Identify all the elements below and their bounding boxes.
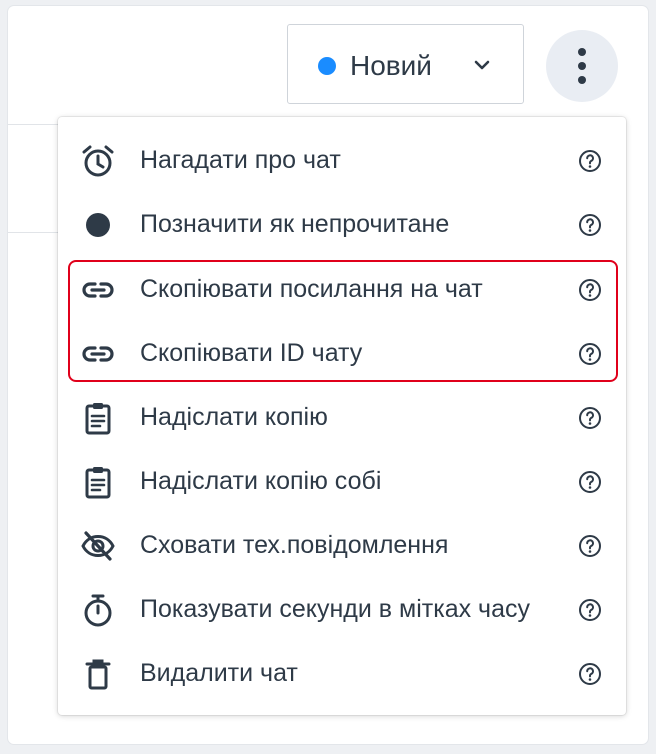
more-options-button[interactable] <box>546 30 618 102</box>
chat-actions-menu: Нагадати про чат Позначити як непрочитан… <box>58 117 626 715</box>
eye-off-icon <box>80 528 116 564</box>
chevron-down-icon <box>470 53 494 77</box>
help-circle-icon[interactable] <box>578 406 602 430</box>
help-circle-icon[interactable] <box>578 342 602 366</box>
menu-item-hide-system-messages[interactable]: Сховати тех.повідомлення <box>58 514 626 578</box>
menu-item-label: Видалити чат <box>140 659 298 687</box>
status-dropdown[interactable]: Новий <box>287 24 524 104</box>
help-circle-icon[interactable] <box>578 662 602 686</box>
trash-icon <box>80 656 116 692</box>
menu-item-send-copy-self[interactable]: Надіслати копію собі <box>58 450 626 514</box>
help-circle-icon[interactable] <box>578 534 602 558</box>
filled-circle-icon <box>80 207 116 243</box>
help-circle-icon[interactable] <box>578 213 602 237</box>
menu-item-label: Скопіювати ID чату <box>140 339 363 367</box>
menu-item-label: Сховати тех.повідомлення <box>140 531 449 559</box>
menu-item-label: Скопіювати посилання на чат <box>140 275 483 303</box>
menu-item-remind[interactable]: Нагадати про чат <box>58 129 626 193</box>
more-vertical-icon <box>578 48 586 84</box>
clipboard-icon <box>80 400 116 436</box>
clipboard-icon <box>80 464 116 500</box>
menu-item-copy-chat-link[interactable]: Скопіювати посилання на чат <box>58 258 626 322</box>
link-icon <box>80 336 116 372</box>
menu-item-mark-unread[interactable]: Позначити як непрочитане <box>58 193 626 257</box>
menu-item-label: Позначити як непрочитане <box>140 210 450 238</box>
menu-item-label: Надіслати копію <box>140 403 328 431</box>
menu-item-label: Нагадати про чат <box>140 146 341 174</box>
menu-item-send-copy[interactable]: Надіслати копію <box>58 386 626 450</box>
menu-item-label: Надіслати копію собі <box>140 467 382 495</box>
help-circle-icon[interactable] <box>578 598 602 622</box>
help-circle-icon[interactable] <box>578 470 602 494</box>
menu-item-show-seconds[interactable]: Показувати секунди в мітках часу <box>58 578 626 642</box>
status-dot <box>318 57 336 75</box>
help-circle-icon[interactable] <box>578 278 602 302</box>
alarm-clock-icon <box>80 143 116 179</box>
stopwatch-icon <box>80 592 116 628</box>
menu-item-label: Показувати секунди в мітках часу <box>140 595 530 623</box>
status-label: Новий <box>350 50 432 81</box>
help-circle-icon[interactable] <box>578 149 602 173</box>
menu-item-copy-chat-id[interactable]: Скопіювати ID чату <box>58 322 626 386</box>
menu-item-delete-chat[interactable]: Видалити чат <box>58 642 626 706</box>
link-icon <box>80 272 116 308</box>
